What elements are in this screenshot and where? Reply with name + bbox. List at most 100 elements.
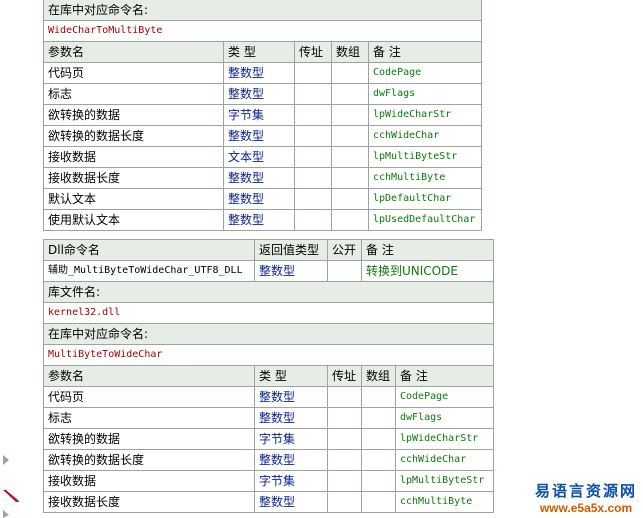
col-header-array: 数组 — [331, 41, 369, 63]
param-type-link[interactable]: 整数型 — [254, 491, 328, 513]
param-name: 代码页 — [43, 62, 224, 84]
col-header-byref: 传址 — [294, 41, 332, 63]
lib-label-row: 在库中对应命令名: — [43, 323, 494, 345]
table-row: 欲转换的数据长度 整数型 cchWideChar — [43, 449, 494, 471]
param-byref — [294, 62, 332, 84]
pencil-icon — [3, 490, 19, 502]
param-type-link[interactable]: 字节集 — [223, 104, 295, 126]
lib-value-row: WideCharToMultiByte — [42, 20, 483, 42]
table-row: 欲转换的数据长度 整数型 cchWideChar — [43, 125, 483, 147]
param-name: 代码页 — [43, 386, 255, 408]
table-row: 代码页 整数型 CodePage — [43, 62, 483, 84]
param-byref — [327, 449, 362, 471]
param-note: lpWideCharStr — [367, 104, 483, 126]
param-type-link[interactable]: 文本型 — [223, 146, 295, 168]
table-row: 标志 整数型 dwFlags — [43, 407, 494, 429]
params-table-multibytetowidechar: 参数名 类 型 传址 数组 备 注 代码页 整数型 CodePage 标志 整数… — [43, 365, 494, 513]
dll-command-row: 辅助_MultiByteToWideChar_UTF8_DLL 整数型 转换到U… — [43, 260, 494, 282]
param-type-link[interactable]: 整数型 — [223, 209, 295, 231]
param-array — [331, 62, 369, 84]
param-name: 接收数据长度 — [43, 167, 224, 189]
lib-label: 在库中对应命令名: — [43, 323, 494, 345]
watermark-cn: 易语言资源网 — [534, 482, 637, 500]
table-row: 欲转换的数据 字节集 lpWideCharStr — [43, 104, 483, 126]
col-header-return-type: 返回值类型 — [254, 239, 328, 261]
left-scroll-arrows — [3, 455, 9, 518]
param-array — [331, 83, 369, 105]
table-row: 代码页 整数型 CodePage — [43, 386, 494, 408]
param-array — [331, 167, 369, 189]
dll-note: 转换到UNICODE — [361, 260, 494, 282]
param-byref — [294, 188, 332, 210]
param-type-link[interactable]: 字节集 — [254, 470, 328, 492]
param-name: 标志 — [43, 83, 224, 105]
file-label: 库文件名: — [43, 281, 494, 303]
param-note: cchWideChar — [395, 449, 494, 471]
table-row: 接收数据 文本型 lpMultiByteStr — [43, 146, 483, 168]
table-row: 接收数据长度 整数型 cchMultiByte — [43, 167, 483, 189]
param-byref — [327, 491, 362, 513]
lib-value: MultiByteToWideChar — [43, 344, 494, 366]
param-note: cchMultiByte — [367, 167, 483, 189]
lib-label-row: 在库中对应命令名: — [42, 0, 483, 21]
col-header-note: 备 注 — [395, 365, 494, 387]
param-type-link[interactable]: 整数型 — [254, 449, 328, 471]
param-note: CodePage — [395, 386, 494, 408]
param-type-link[interactable]: 整数型 — [223, 83, 295, 105]
param-type-link[interactable]: 整数型 — [223, 125, 295, 147]
param-type-link[interactable]: 字节集 — [254, 428, 328, 450]
param-note: lpWideCharStr — [395, 428, 494, 450]
dll-return-type-link[interactable]: 整数型 — [254, 260, 328, 282]
param-name: 欲转换的数据长度 — [43, 125, 224, 147]
param-byref — [327, 407, 362, 429]
col-header-note: 备 注 — [361, 239, 494, 261]
lib-label: 在库中对应命令名: — [42, 0, 483, 21]
param-array — [331, 125, 369, 147]
param-name: 欲转换的数据 — [43, 428, 255, 450]
file-value: kernel32.dll — [43, 302, 494, 324]
col-header-public: 公开 — [327, 239, 362, 261]
file-value-row: kernel32.dll — [43, 302, 494, 324]
param-name: 使用默认文本 — [43, 209, 224, 231]
table-row: 接收数据 字节集 lpMultiByteStr — [43, 470, 494, 492]
file-label-row: 库文件名: — [43, 281, 494, 303]
params-header-row: 参数名 类 型 传址 数组 备 注 — [43, 365, 494, 387]
param-array — [331, 209, 369, 231]
param-byref — [327, 428, 362, 450]
param-note: dwFlags — [395, 407, 494, 429]
params-header-row: 参数名 类 型 传址 数组 备 注 — [43, 41, 483, 63]
watermark-en: www.e5a5x.com — [539, 501, 633, 515]
param-type-link[interactable]: 整数型 — [223, 62, 295, 84]
param-byref — [294, 167, 332, 189]
param-name: 标志 — [43, 407, 255, 429]
param-type-link[interactable]: 整数型 — [254, 386, 328, 408]
param-array — [331, 188, 369, 210]
col-header-note: 备 注 — [367, 41, 483, 63]
dll-command-table: Dll命令名 返回值类型 公开 备 注 辅助_MultiByteToWideCh… — [43, 239, 494, 366]
param-byref — [294, 83, 332, 105]
param-note: cchMultiByte — [395, 491, 494, 513]
lib-value: WideCharToMultiByte — [42, 20, 483, 42]
param-byref — [294, 146, 332, 168]
param-array — [361, 428, 396, 450]
col-header-array: 数组 — [361, 365, 396, 387]
col-header-type: 类 型 — [223, 41, 295, 63]
table-row: 标志 整数型 dwFlags — [43, 83, 483, 105]
param-type-link[interactable]: 整数型 — [223, 167, 295, 189]
param-name: 默认文本 — [43, 188, 224, 210]
param-array — [361, 491, 396, 513]
table-row: 欲转换的数据 字节集 lpWideCharStr — [43, 428, 494, 450]
param-note: lpUsedDefaultChar — [367, 209, 483, 231]
param-note: lpDefaultChar — [367, 188, 483, 210]
param-name: 欲转换的数据长度 — [43, 449, 255, 471]
param-array — [331, 104, 369, 126]
param-array — [331, 146, 369, 168]
param-note: lpMultiByteStr — [367, 146, 483, 168]
param-array — [361, 386, 396, 408]
table-row: 接收数据长度 整数型 cchMultiByte — [43, 491, 494, 513]
col-header-name: 参数名 — [43, 365, 255, 387]
param-array — [361, 449, 396, 471]
param-type-link[interactable]: 整数型 — [254, 407, 328, 429]
dll-command-name: 辅助_MultiByteToWideChar_UTF8_DLL — [43, 260, 255, 282]
param-type-link[interactable]: 整数型 — [223, 188, 295, 210]
